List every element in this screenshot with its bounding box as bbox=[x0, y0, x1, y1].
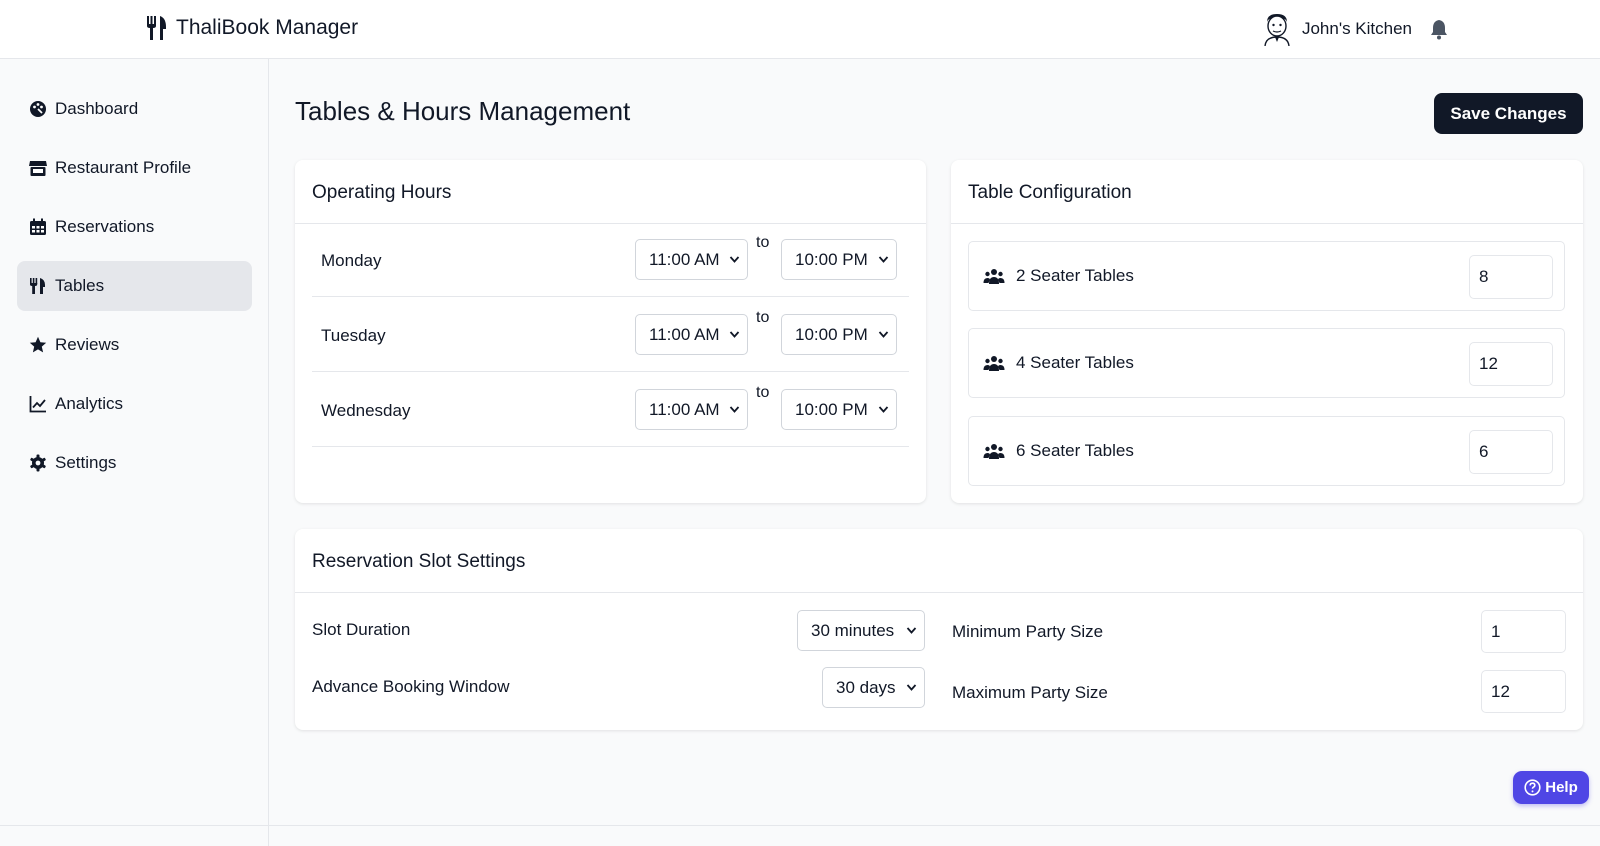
top-header: ThaliBook Manager John's Kitchen bbox=[0, 0, 1600, 59]
day-label: Tuesday bbox=[321, 326, 386, 345]
card-title: Operating Hours bbox=[312, 182, 452, 203]
day-row-wednesday: Wednesday 11:00 AM to 10:00 PM bbox=[312, 374, 909, 447]
users-icon bbox=[983, 444, 1005, 459]
chevron-down-icon bbox=[906, 627, 917, 634]
sidebar-item-label: Restaurant Profile bbox=[55, 158, 192, 177]
minimum-party-size-input[interactable] bbox=[1481, 610, 1566, 653]
table-count-input[interactable] bbox=[1469, 255, 1553, 299]
table-count-input[interactable] bbox=[1469, 430, 1553, 474]
user-menu[interactable]: John's Kitchen bbox=[1262, 12, 1450, 46]
table-configuration-card: Table Configuration 2 Seater Tables 4 Se… bbox=[951, 160, 1583, 503]
chevron-down-icon bbox=[878, 256, 889, 263]
day-row-tuesday: Tuesday 11:00 AM to 10:00 PM bbox=[312, 299, 909, 372]
slot-duration-label: Slot Duration bbox=[312, 620, 411, 639]
table-count-input[interactable] bbox=[1469, 342, 1553, 386]
sidebar-item-reviews[interactable]: Reviews bbox=[17, 320, 252, 370]
day-row-monday: Monday 11:00 AM to 10:00 PM bbox=[312, 224, 909, 297]
sidebar-item-label: Reservations bbox=[55, 217, 155, 236]
close-time-select[interactable]: 10:00 PM bbox=[781, 314, 897, 355]
chevron-down-icon bbox=[729, 331, 740, 338]
chevron-down-icon bbox=[878, 406, 889, 413]
table-row-6-seater: 6 Seater Tables bbox=[968, 416, 1565, 486]
advance-booking-window-label: Advance Booking Window bbox=[312, 677, 510, 696]
operating-hours-card: Operating Hours Monday 11:00 AM to 10:00… bbox=[295, 160, 926, 503]
save-changes-button[interactable]: Save Changes bbox=[1434, 93, 1583, 134]
page-title: Tables & Hours Management bbox=[295, 96, 631, 126]
brand[interactable]: ThaliBook Manager bbox=[146, 15, 358, 41]
sidebar-item-label: Tables bbox=[55, 276, 105, 295]
bell-icon[interactable] bbox=[1428, 18, 1450, 40]
open-time-select[interactable]: 11:00 AM bbox=[635, 314, 748, 355]
maximum-party-size-label: Maximum Party Size bbox=[952, 683, 1108, 702]
chevron-down-icon bbox=[906, 684, 917, 691]
sidebar-item-label: Dashboard bbox=[55, 99, 139, 118]
help-label: Help bbox=[1545, 779, 1578, 796]
star-icon bbox=[29, 336, 47, 353]
divider bbox=[951, 223, 1583, 224]
store-icon bbox=[29, 161, 47, 176]
chevron-down-icon bbox=[729, 256, 740, 263]
palette-icon bbox=[30, 101, 46, 117]
help-button[interactable]: Help bbox=[1513, 771, 1589, 804]
sidebar-item-label: Analytics bbox=[55, 394, 124, 413]
chevron-down-icon bbox=[729, 406, 740, 413]
day-label: Monday bbox=[321, 251, 382, 270]
to-separator: to bbox=[756, 234, 770, 251]
sidebar-item-tables[interactable]: Tables bbox=[17, 261, 252, 311]
chart-line-icon bbox=[29, 396, 46, 413]
sidebar-item-label: Settings bbox=[55, 453, 117, 472]
table-row-2-seater: 2 Seater Tables bbox=[968, 241, 1565, 311]
utensils-icon bbox=[30, 278, 45, 294]
chevron-down-icon bbox=[878, 331, 889, 338]
sidebar-item-label: Reviews bbox=[55, 335, 120, 354]
table-label: 4 Seater Tables bbox=[1016, 353, 1134, 372]
utensils-icon bbox=[147, 16, 166, 40]
card-title: Reservation Slot Settings bbox=[312, 551, 526, 572]
day-label: Wednesday bbox=[321, 401, 411, 420]
open-time-select[interactable]: 11:00 AM bbox=[635, 239, 748, 280]
divider bbox=[295, 592, 1583, 593]
sidebar-item-dashboard[interactable]: Dashboard bbox=[17, 84, 252, 134]
advance-booking-window-select[interactable]: 30 days bbox=[822, 667, 925, 708]
table-label: 2 Seater Tables bbox=[1016, 266, 1134, 285]
sidebar-item-settings[interactable]: Settings bbox=[17, 438, 252, 488]
open-time-select[interactable]: 11:00 AM bbox=[635, 389, 748, 430]
table-label: 6 Seater Tables bbox=[1016, 441, 1134, 460]
question-circle-icon bbox=[1524, 779, 1541, 796]
avatar bbox=[1264, 14, 1290, 46]
sidebar: Dashboard Restaurant Profile Reservation… bbox=[0, 59, 269, 846]
to-separator: to bbox=[756, 384, 770, 401]
sidebar-item-restaurant-profile[interactable]: Restaurant Profile bbox=[17, 143, 252, 193]
brand-name: ThaliBook Manager bbox=[176, 16, 359, 39]
sidebar-item-analytics[interactable]: Analytics bbox=[17, 379, 252, 429]
minimum-party-size-label: Minimum Party Size bbox=[952, 622, 1104, 641]
sidebar-item-reservations[interactable]: Reservations bbox=[17, 202, 252, 252]
card-title: Table Configuration bbox=[968, 182, 1132, 203]
close-time-select[interactable]: 10:00 PM bbox=[781, 389, 897, 430]
slot-duration-select[interactable]: 30 minutes bbox=[797, 610, 925, 651]
calendar-icon bbox=[30, 218, 46, 235]
to-separator: to bbox=[756, 309, 770, 326]
close-time-select[interactable]: 10:00 PM bbox=[781, 239, 897, 280]
users-icon bbox=[983, 269, 1005, 284]
footer-divider bbox=[0, 825, 1600, 826]
gear-icon bbox=[30, 454, 46, 472]
users-icon bbox=[983, 356, 1005, 371]
user-name: John's Kitchen bbox=[1301, 19, 1412, 38]
table-row-4-seater: 4 Seater Tables bbox=[968, 328, 1565, 398]
reservation-slot-settings-card: Reservation Slot Settings Slot Duration … bbox=[295, 529, 1583, 730]
maximum-party-size-input[interactable] bbox=[1481, 670, 1566, 713]
